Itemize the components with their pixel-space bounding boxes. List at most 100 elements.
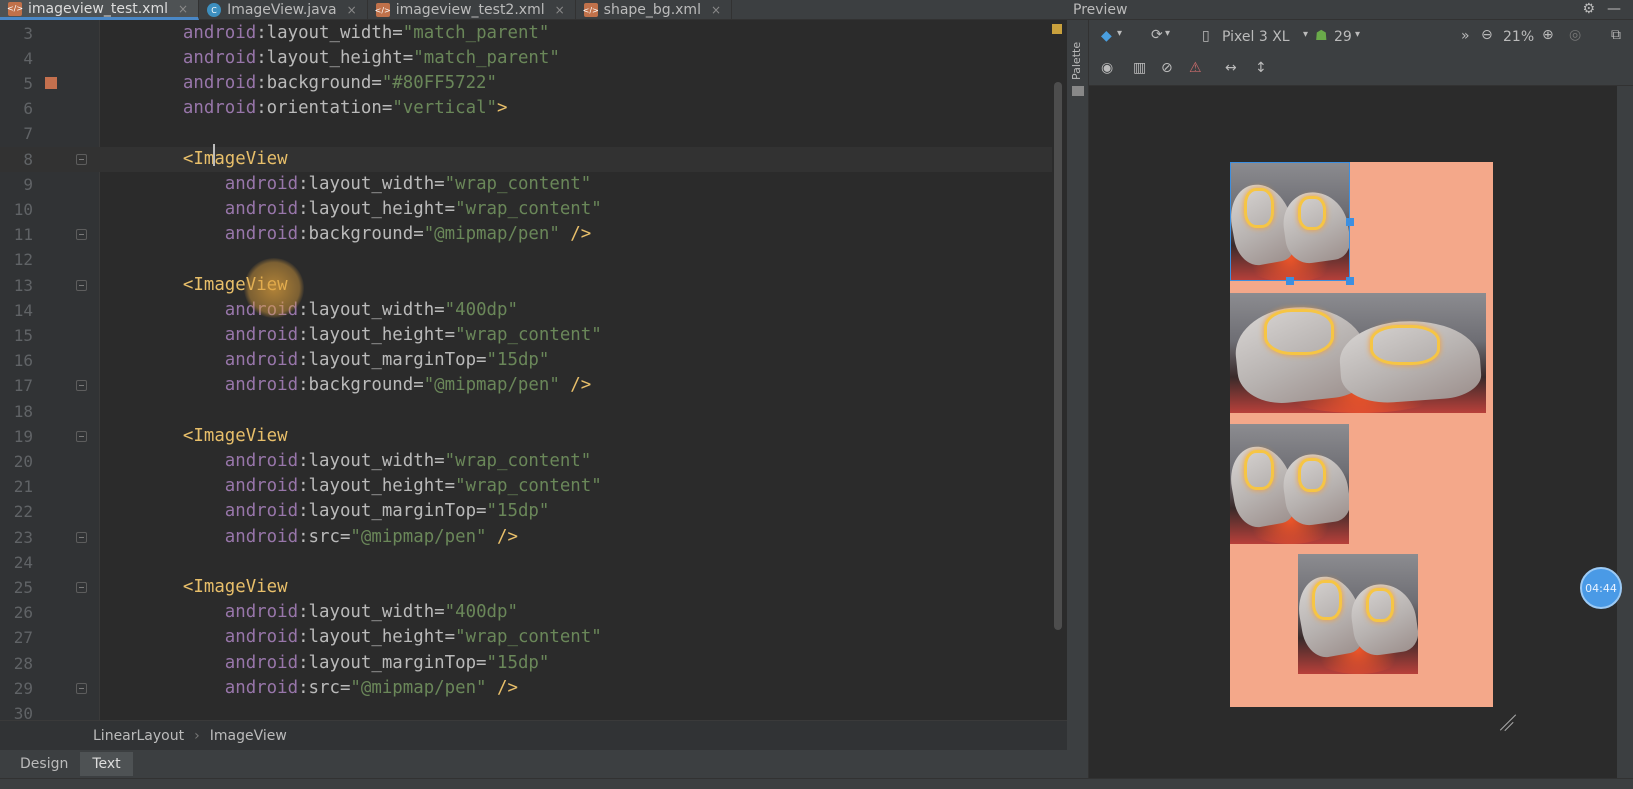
- code-line[interactable]: 12: [0, 247, 1052, 272]
- code-line[interactable]: 5 android:background="#80FF5722": [0, 71, 1052, 96]
- tab-shape-bg-xml[interactable]: </> shape_bg.xml ×: [576, 0, 733, 20]
- code-text[interactable]: android:background="#80FF5722": [141, 71, 497, 96]
- code-text[interactable]: android:layout_width="wrap_content": [141, 172, 591, 197]
- device-selector[interactable]: Pixel 3 XL: [1222, 29, 1290, 45]
- close-icon[interactable]: ×: [555, 3, 565, 17]
- resize-grip-icon[interactable]: [1497, 713, 1515, 731]
- rotate-icon[interactable]: ⟳: [1151, 27, 1163, 43]
- warning-icon[interactable]: ⚠: [1189, 60, 1202, 76]
- api-level-selector[interactable]: 29: [1334, 29, 1352, 45]
- resize-handle[interactable]: [1346, 277, 1354, 285]
- code-text[interactable]: android:background="@mipmap/pen" />: [141, 222, 591, 247]
- eye-icon[interactable]: ◉: [1101, 60, 1113, 76]
- code-line[interactable]: 16 android:layout_marginTop="15dp": [0, 348, 1052, 373]
- code-line[interactable]: 9 android:layout_width="wrap_content": [0, 172, 1052, 197]
- code-text[interactable]: <ImageView: [141, 575, 288, 600]
- minimize-icon[interactable]: —: [1607, 1, 1621, 17]
- code-line[interactable]: 6 android:orientation="vertical">: [0, 96, 1052, 121]
- fold-icon[interactable]: [76, 229, 87, 241]
- code-text[interactable]: android:layout_marginTop="15dp": [141, 651, 550, 676]
- zoom-out-icon[interactable]: ⊖: [1481, 27, 1493, 43]
- expand-vertical-icon[interactable]: ↕: [1255, 60, 1267, 76]
- tab-imageview-java[interactable]: C ImageView.java ×: [199, 0, 368, 20]
- palette-icon[interactable]: [1072, 86, 1084, 96]
- fold-icon[interactable]: [76, 581, 87, 593]
- resize-handle[interactable]: [1286, 277, 1294, 285]
- code-text[interactable]: android:background="@mipmap/pen" />: [141, 373, 591, 398]
- vertical-scrollbar[interactable]: [1054, 82, 1062, 630]
- code-text[interactable]: android:src="@mipmap/pen" />: [141, 676, 518, 701]
- code-line[interactable]: 26 android:layout_width="400dp": [0, 600, 1052, 625]
- code-text[interactable]: android:layout_height="wrap_content": [141, 197, 602, 222]
- zoom-reset-icon[interactable]: ◎: [1569, 27, 1581, 43]
- code-line[interactable]: 24: [0, 550, 1052, 575]
- code-line[interactable]: 14 android:layout_width="400dp": [0, 298, 1052, 323]
- chevron-down-icon[interactable]: ▾: [1117, 28, 1122, 39]
- code-text[interactable]: android:layout_height="match_parent": [141, 46, 560, 71]
- code-line[interactable]: 8 <ImageView: [0, 146, 1052, 172]
- code-line[interactable]: 29 android:src="@mipmap/pen" />: [0, 676, 1052, 701]
- close-icon[interactable]: ×: [178, 2, 188, 16]
- palette-tab[interactable]: Palette: [1070, 42, 1083, 80]
- fold-icon[interactable]: [76, 279, 87, 291]
- code-line[interactable]: 27 android:layout_height="wrap_content": [0, 625, 1052, 650]
- code-line[interactable]: 28 android:layout_marginTop="15dp": [0, 651, 1052, 676]
- code-text[interactable]: android:layout_height="wrap_content": [141, 474, 602, 499]
- breadcrumb-item-linearlayout[interactable]: LinearLayout: [93, 728, 184, 744]
- code-text[interactable]: android:src="@mipmap/pen" />: [141, 525, 518, 550]
- close-icon[interactable]: ×: [347, 3, 357, 17]
- resize-handle[interactable]: [1346, 218, 1354, 226]
- color-swatch-icon[interactable]: [45, 76, 57, 89]
- tab-design[interactable]: Design: [8, 752, 80, 776]
- gear-icon[interactable]: ⚙: [1582, 1, 1595, 17]
- close-icon[interactable]: ×: [711, 3, 721, 17]
- imageview-preview-3[interactable]: [1230, 424, 1349, 544]
- code-text[interactable]: android:layout_marginTop="15dp": [141, 499, 550, 524]
- code-text[interactable]: <ImageView: [141, 424, 288, 449]
- code-text[interactable]: android:layout_height="wrap_content": [141, 323, 602, 348]
- code-text[interactable]: android:layout_marginTop="15dp": [141, 348, 550, 373]
- zoom-in-icon[interactable]: ⊕: [1542, 27, 1554, 43]
- code-text[interactable]: android:layout_width="400dp": [141, 600, 518, 625]
- imageview-preview-4[interactable]: [1298, 554, 1418, 674]
- breadcrumb-item-imageview[interactable]: ImageView: [210, 728, 287, 744]
- code-line[interactable]: 18: [0, 399, 1052, 424]
- code-line[interactable]: 13 <ImageView: [0, 273, 1052, 298]
- device-preview-screen[interactable]: [1230, 162, 1493, 707]
- code-line[interactable]: 15 android:layout_height="wrap_content": [0, 323, 1052, 348]
- code-line[interactable]: 25 <ImageView: [0, 575, 1052, 600]
- tab-imageview-test-xml[interactable]: </> imageview_test.xml ×: [0, 0, 200, 20]
- fold-icon[interactable]: [76, 153, 87, 165]
- chevron-down-icon[interactable]: ▾: [1303, 29, 1308, 40]
- fit-screen-icon[interactable]: ⧉: [1611, 27, 1621, 43]
- code-line[interactable]: 20 android:layout_width="wrap_content": [0, 449, 1052, 474]
- more-icon[interactable]: »: [1461, 28, 1470, 44]
- fold-icon[interactable]: [76, 430, 87, 442]
- code-line[interactable]: 22 android:layout_marginTop="15dp": [0, 499, 1052, 524]
- fold-icon[interactable]: [76, 682, 87, 694]
- code-text[interactable]: android:layout_width="match_parent": [141, 21, 549, 46]
- code-line[interactable]: 4 android:layout_height="match_parent": [0, 46, 1052, 71]
- code-line[interactable]: 21 android:layout_height="wrap_content": [0, 474, 1052, 499]
- tab-imageview-test2-xml[interactable]: </> imageview_test2.xml ×: [368, 0, 576, 20]
- expand-horizontal-icon[interactable]: ↔: [1225, 60, 1237, 76]
- chevron-down-icon[interactable]: ▾: [1355, 29, 1360, 40]
- tab-text[interactable]: Text: [80, 752, 133, 776]
- code-line[interactable]: 30: [0, 701, 1052, 720]
- layers-icon[interactable]: ◆: [1101, 28, 1112, 44]
- fold-icon[interactable]: [76, 531, 87, 543]
- blueprint-icon[interactable]: ▥: [1133, 60, 1146, 76]
- code-line[interactable]: 7: [0, 121, 1052, 146]
- fold-icon[interactable]: [76, 380, 87, 392]
- code-text[interactable]: android:layout_width="wrap_content": [141, 449, 591, 474]
- code-editor[interactable]: 3 android:layout_width="match_parent" 4 a…: [0, 20, 1067, 720]
- magnet-icon[interactable]: ⊘: [1161, 60, 1173, 76]
- code-line[interactable]: 3 android:layout_width="match_parent": [0, 21, 1052, 46]
- chevron-down-icon[interactable]: ▾: [1165, 28, 1170, 39]
- code-line[interactable]: 11 android:background="@mipmap/pen" />: [0, 222, 1052, 247]
- code-line[interactable]: 23 android:src="@mipmap/pen" />: [0, 525, 1052, 550]
- code-text[interactable]: android:orientation="vertical">: [141, 96, 508, 121]
- imageview-preview-2[interactable]: [1230, 293, 1486, 413]
- code-text[interactable]: android:layout_height="wrap_content": [141, 625, 602, 650]
- code-line[interactable]: 10 android:layout_height="wrap_content": [0, 197, 1052, 222]
